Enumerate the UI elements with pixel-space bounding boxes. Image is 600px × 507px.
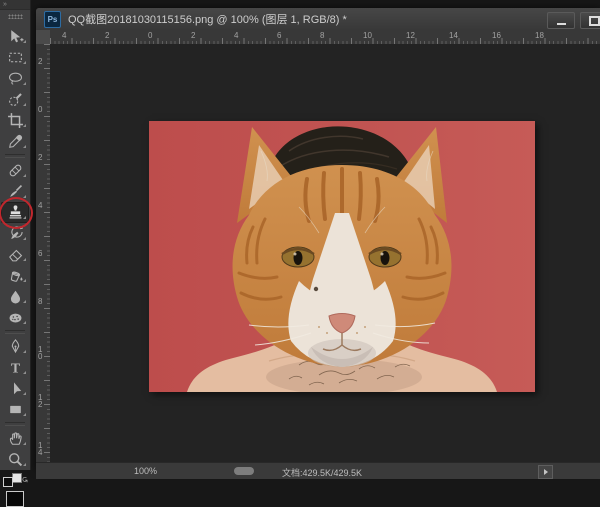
tool-quick-selection-button[interactable] — [1, 89, 29, 110]
color-swatches[interactable]: ↺ — [0, 472, 30, 488]
window-controls — [547, 12, 600, 29]
tool-separator — [5, 154, 25, 158]
minimize-icon — [557, 23, 566, 25]
tool-clone-stamp-button[interactable] — [1, 202, 29, 223]
hand-icon — [7, 430, 24, 447]
v-ruler-label: 12 — [38, 394, 45, 408]
horizontal-ruler[interactable]: 4 2 0 2 4 6 8 10 12 14 16 18 — [50, 30, 600, 45]
foreground-color-large-swatch[interactable] — [6, 491, 24, 507]
tool-rectangular-marquee-button[interactable] — [1, 47, 29, 68]
h-ruler-label: 10 — [363, 31, 372, 40]
eyedropper-icon — [7, 133, 24, 150]
v-ruler-label: 0 — [38, 106, 45, 113]
vertical-ruler[interactable]: 2 0 2 4 6 8 10 12 14 — [36, 44, 51, 470]
blur-icon — [7, 288, 24, 305]
tool-path-selection-button[interactable] — [1, 378, 29, 399]
tool-dodge-button[interactable] — [1, 307, 29, 328]
v-ruler-label: 2 — [38, 154, 45, 161]
tools-panel-grip[interactable] — [8, 14, 23, 19]
tool-eraser-button[interactable] — [1, 244, 29, 265]
healing-brush-icon — [7, 162, 24, 179]
rectangular-marquee-icon — [7, 49, 24, 66]
tool-move-button[interactable] — [1, 26, 29, 47]
ruler-corner-box[interactable] — [36, 30, 51, 45]
maximize-icon — [589, 16, 600, 26]
tool-separator — [5, 422, 25, 426]
photoshop-app-icon: Ps — [44, 11, 61, 28]
tool-healing-brush-button[interactable] — [1, 160, 29, 181]
clone-stamp-icon — [7, 204, 24, 221]
status-bar: 100% 文档:429.5K/429.5K — [36, 462, 600, 479]
v-ruler-label: 2 — [38, 58, 45, 65]
foreground-color-swatch[interactable] — [3, 477, 13, 487]
h-ruler-label: 18 — [535, 31, 544, 40]
swap-colors-icon[interactable]: ↺ — [20, 476, 29, 483]
tool-blur-button[interactable] — [1, 286, 29, 307]
dodge-icon — [7, 309, 24, 326]
tool-lasso-button[interactable] — [1, 68, 29, 89]
tool-separator — [5, 330, 25, 334]
tool-pen-button[interactable] — [1, 336, 29, 357]
v-ruler-label: 10 — [38, 346, 45, 360]
svg-text:T: T — [10, 360, 19, 375]
v-ruler-label: 8 — [38, 298, 45, 305]
tool-eyedropper-button[interactable] — [1, 131, 29, 152]
lasso-icon — [7, 70, 24, 87]
h-ruler-label: 12 — [406, 31, 415, 40]
maximize-button[interactable] — [580, 12, 600, 29]
tool-shape-button[interactable] — [1, 399, 29, 420]
tool-crop-button[interactable] — [1, 110, 29, 131]
tool-paint-bucket-button[interactable] — [1, 265, 29, 286]
brush-icon — [7, 183, 24, 200]
tool-brush-button[interactable] — [1, 181, 29, 202]
quick-selection-icon — [7, 91, 24, 108]
v-ruler-label: 4 — [38, 202, 45, 209]
h-ruler-label: 4 — [62, 31, 66, 40]
minimize-button[interactable] — [547, 12, 575, 29]
v-ruler-label: 14 — [38, 442, 45, 456]
tool-type-button[interactable]: T — [1, 357, 29, 378]
move-icon — [7, 28, 24, 45]
status-popup-button[interactable] — [538, 465, 553, 479]
tool-hand-button[interactable] — [1, 428, 29, 449]
h-ruler-label: 14 — [449, 31, 458, 40]
h-ruler-label: 6 — [277, 31, 281, 40]
status-document-info: 文档:429.5K/429.5K — [282, 466, 362, 479]
h-ruler-label: 4 — [234, 31, 238, 40]
h-ruler-label: 0 — [148, 31, 152, 40]
tools-list: T — [0, 22, 30, 470]
status-preview-pill — [234, 467, 254, 475]
tool-zoom-button[interactable] — [1, 449, 29, 470]
eraser-icon — [7, 246, 24, 263]
h-ruler-label: 2 — [105, 31, 109, 40]
window-title: QQ截图20181030115156.png @ 100% (图层 1, RGB… — [68, 11, 347, 27]
type-icon: T — [7, 359, 24, 376]
paint-bucket-icon — [7, 267, 24, 284]
cat-head-on-man-photo — [149, 121, 535, 392]
canvas-area[interactable] — [50, 44, 600, 462]
history-brush-icon — [7, 225, 24, 242]
crop-icon — [7, 112, 24, 129]
h-ruler-label: 8 — [320, 31, 324, 40]
window-titlebar[interactable]: Ps QQ截图20181030115156.png @ 100% (图层 1, … — [36, 8, 600, 31]
pen-icon — [7, 338, 24, 355]
h-ruler-label: 2 — [191, 31, 195, 40]
document-window: Ps QQ截图20181030115156.png @ 100% (图层 1, … — [36, 8, 600, 470]
status-zoom-value[interactable]: 100% — [134, 466, 157, 476]
tools-panel: » T ↺ — [0, 0, 31, 470]
path-selection-icon — [7, 380, 24, 397]
tool-history-brush-button[interactable] — [1, 223, 29, 244]
v-ruler-label: 6 — [38, 250, 45, 257]
zoom-icon — [7, 451, 24, 468]
canvas-image[interactable] — [149, 121, 535, 392]
h-ruler-label: 16 — [492, 31, 501, 40]
tools-panel-collapse[interactable]: » — [0, 0, 30, 10]
shape-icon — [7, 401, 24, 418]
